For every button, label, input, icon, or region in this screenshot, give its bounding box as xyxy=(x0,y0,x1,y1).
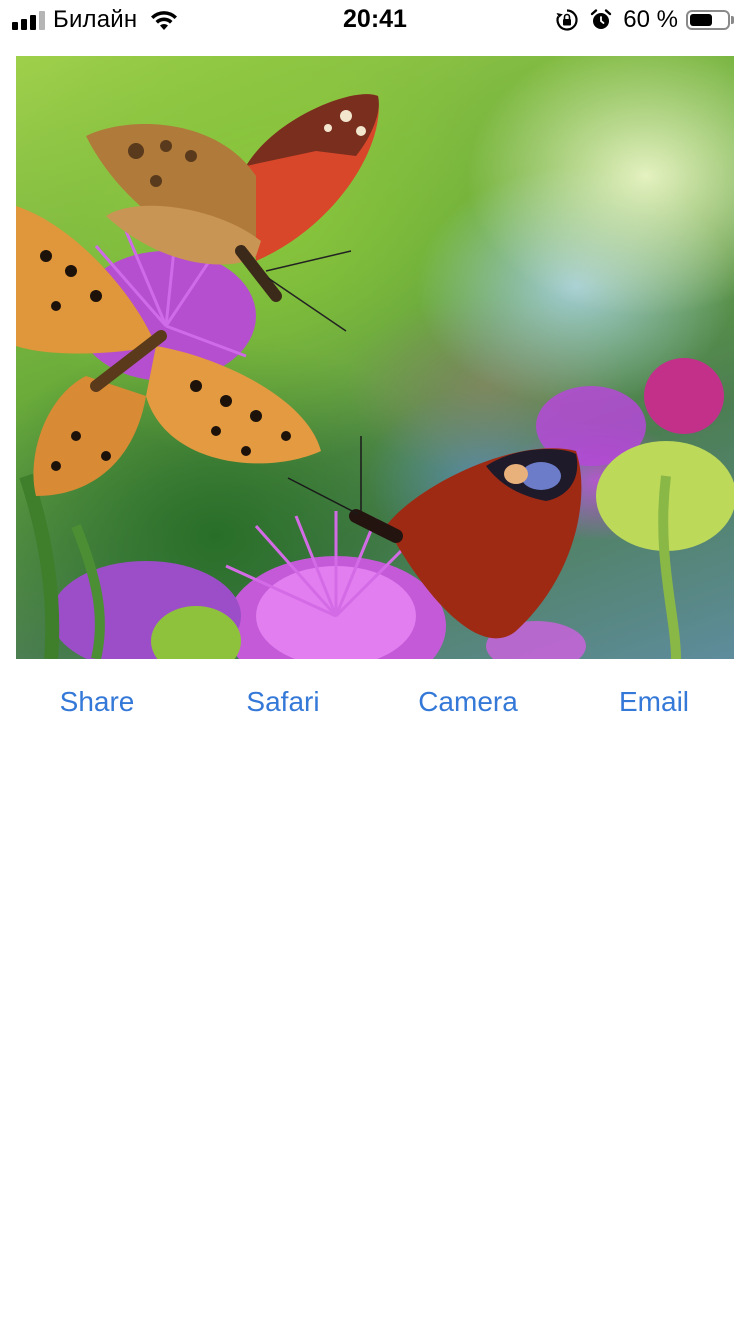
photo-illustration xyxy=(16,94,734,659)
status-bar: Билайн 20:41 60 % xyxy=(0,0,750,40)
action-bar: Share Safari Camera Email xyxy=(0,680,750,732)
orientation-lock-icon xyxy=(556,9,578,31)
email-button[interactable]: Email xyxy=(619,686,689,718)
alarm-icon xyxy=(591,9,612,29)
butterfly-photo xyxy=(16,56,734,659)
safari-button[interactable]: Safari xyxy=(246,686,319,718)
battery-tip xyxy=(731,16,734,24)
thistle-stem-left xyxy=(19,473,60,659)
status-right: 60 % xyxy=(555,6,734,34)
camera-button[interactable]: Camera xyxy=(418,686,518,718)
battery-icon xyxy=(686,10,730,30)
share-button[interactable]: Share xyxy=(60,686,135,718)
battery-percent: 60 % xyxy=(623,6,678,33)
battery-level-fill xyxy=(690,14,712,26)
magenta-flower-right xyxy=(644,358,724,434)
